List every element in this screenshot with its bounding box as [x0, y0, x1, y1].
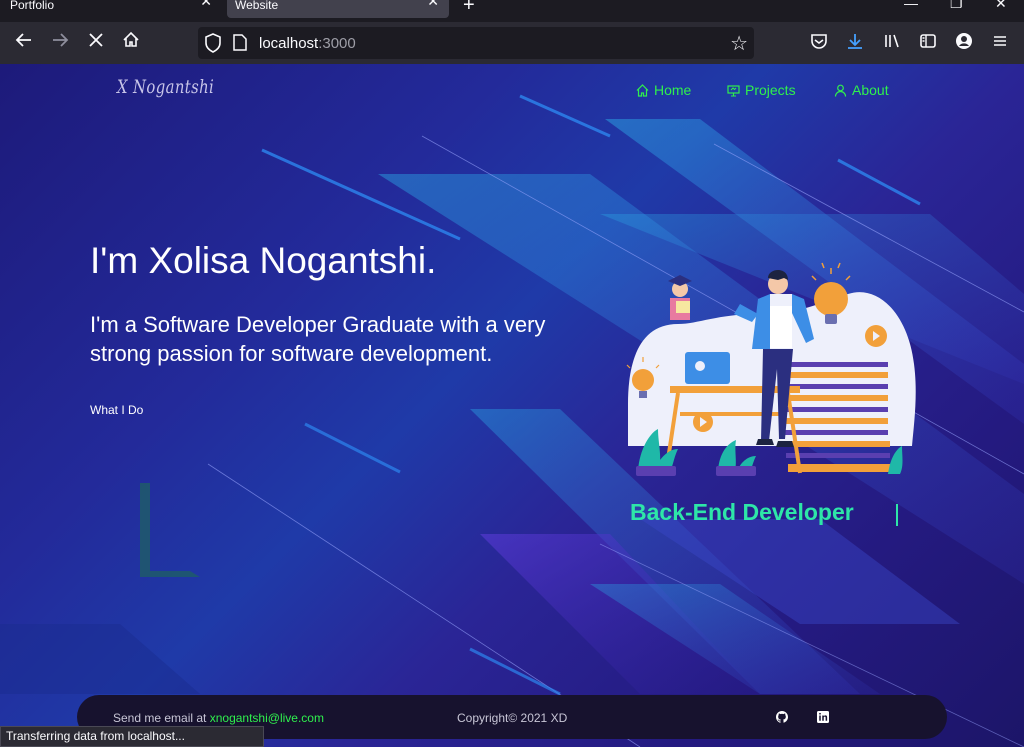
- status-bar: Transferring data from localhost...: [0, 726, 264, 747]
- forward-icon[interactable]: [48, 31, 72, 55]
- sidebar-icon[interactable]: [917, 32, 939, 54]
- footer-copyright: Copyright© 2021 XD: [457, 711, 568, 725]
- nav-about-label: About: [852, 82, 889, 98]
- close-icon[interactable]: ✕: [200, 0, 212, 8]
- developer-illustration: [626, 262, 916, 476]
- tab-title: Portfolio: [10, 0, 55, 12]
- nav-about[interactable]: About: [834, 82, 889, 98]
- nav-home[interactable]: Home: [636, 82, 691, 98]
- nav-projects-label: Projects: [745, 82, 796, 98]
- nav-home-label: Home: [654, 82, 692, 98]
- url-port: :3000: [318, 35, 356, 52]
- what-i-do-link[interactable]: What I Do: [90, 403, 143, 417]
- tab-strip: Portfolio ✕ Website ✕ + — ❐ ✕: [0, 0, 1024, 18]
- web-page: X Nogantshi Home Projects About I'm Xoli…: [0, 64, 1024, 747]
- hero-title: I'm Xolisa Nogantshi.: [90, 240, 437, 281]
- restore-icon[interactable]: ❐: [950, 0, 963, 12]
- decorative-letter-l: [140, 483, 200, 577]
- user-icon: [834, 84, 847, 97]
- library-icon[interactable]: [881, 32, 903, 54]
- tab-website[interactable]: Website ✕: [227, 0, 449, 18]
- tab-title: Website: [235, 0, 279, 12]
- account-icon[interactable]: [953, 32, 975, 54]
- page-icon: [233, 34, 247, 51]
- typewriter-cursor: [896, 504, 898, 526]
- url-bar[interactable]: localhost:3000 ☆: [198, 27, 754, 59]
- new-tab-icon[interactable]: +: [463, 0, 475, 17]
- role-typewriter-text: Back-End Developer: [630, 499, 854, 525]
- footer-email-text: Send me email at xnogantshi@live.com: [113, 711, 324, 725]
- download-icon[interactable]: [844, 32, 866, 54]
- back-icon[interactable]: [12, 31, 36, 55]
- nav-projects[interactable]: Projects: [727, 82, 796, 98]
- home-icon: [636, 83, 649, 97]
- projects-icon: [727, 84, 740, 97]
- shield-icon[interactable]: [204, 33, 222, 53]
- stop-icon[interactable]: [84, 31, 108, 55]
- close-icon[interactable]: ✕: [427, 0, 439, 8]
- minimize-icon[interactable]: —: [904, 0, 918, 11]
- url-text[interactable]: localhost:3000: [259, 35, 356, 52]
- linkedin-icon[interactable]: [817, 711, 829, 723]
- pocket-icon[interactable]: [808, 32, 830, 54]
- url-host: localhost: [259, 35, 319, 52]
- tab-portfolio[interactable]: Portfolio ✕: [0, 0, 222, 18]
- github-icon[interactable]: [776, 711, 788, 723]
- home-icon[interactable]: [119, 31, 143, 55]
- menu-icon[interactable]: [989, 32, 1011, 54]
- hero-subtitle: I'm a Software Developer Graduate with a…: [90, 312, 546, 366]
- bookmark-star-icon[interactable]: ☆: [730, 31, 748, 56]
- footer-email-link[interactable]: xnogantshi@live.com: [210, 711, 324, 725]
- footer-email-prefix: Send me email at: [113, 711, 210, 725]
- browser-toolbar: localhost:3000 ☆: [0, 22, 1024, 64]
- site-logo[interactable]: X Nogantshi: [117, 76, 214, 98]
- window-close-icon[interactable]: ✕: [995, 0, 1007, 12]
